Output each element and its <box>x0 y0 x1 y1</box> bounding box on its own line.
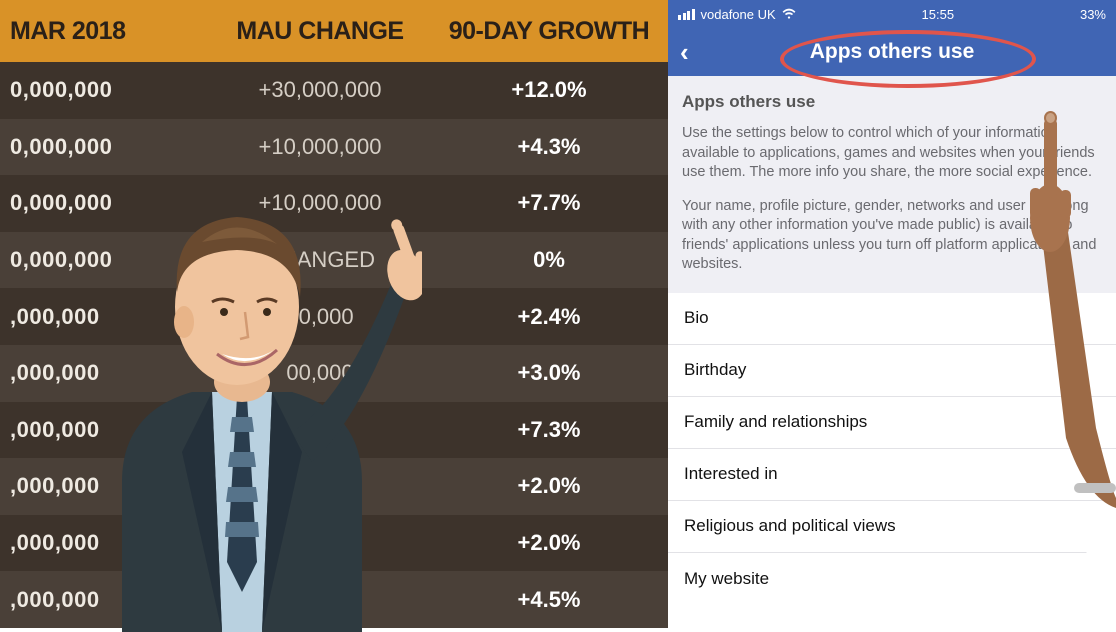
cell-mar: 0,000,000 <box>0 77 200 103</box>
wifi-icon <box>782 7 796 21</box>
cell-growth: +3.0% <box>440 360 668 386</box>
cell-growth: +7.3% <box>440 417 668 443</box>
cell-mar: 0,000,000 <box>0 247 200 273</box>
table-row: ,000,000 +2.0% <box>0 458 668 515</box>
table-row: 0,000,000+30,000,000+12.0% <box>0 62 668 119</box>
section-heading: Apps others use <box>682 92 1102 112</box>
cell-mar: ,000,000 <box>0 304 200 330</box>
cell-growth: +7.7% <box>440 190 668 216</box>
phone-screenshot: vodafone UK 15:55 33% ‹ Apps others use … <box>668 0 1116 628</box>
cell-growth: +2.0% <box>440 530 668 556</box>
battery-percent: 33% <box>1080 7 1106 22</box>
cell-growth: +4.3% <box>440 134 668 160</box>
cell-mau-change: CHANGED <box>200 247 440 273</box>
cell-growth: +2.4% <box>440 304 668 330</box>
cell-mau-change: 00,000 <box>200 304 440 330</box>
table-row: 0,000,000CHANGED0% <box>0 232 668 289</box>
status-bar: vodafone UK 15:55 33% <box>668 0 1116 28</box>
nav-title: Apps others use <box>668 40 1116 64</box>
list-item[interactable]: Interested in <box>668 449 1116 501</box>
table-row: ,000,000 +4.5% <box>0 571 668 628</box>
cell-mau-change: +10,000,000 <box>200 134 440 160</box>
cell-mar: 0,000,000 <box>0 190 200 216</box>
cell-mar: ,000,000 <box>0 587 200 613</box>
stats-header-row: MAR 2018 MAU CHANGE 90-DAY GROWTH <box>0 0 668 62</box>
header-mar-2018: MAR 2018 <box>0 17 200 46</box>
cell-mau-change: +30,000,000 <box>200 77 440 103</box>
cell-mar: ,000,000 <box>0 360 200 386</box>
cell-growth: +12.0% <box>440 77 668 103</box>
cell-growth: 0% <box>440 247 668 273</box>
cell-mau-change: +10,000,000 <box>200 190 440 216</box>
options-list: BioBirthdayFamily and relationshipsInter… <box>668 293 1116 605</box>
section-description: Apps others use Use the settings below t… <box>668 76 1116 293</box>
list-item[interactable]: Family and relationships <box>668 397 1116 449</box>
cell-mar: ,000,000 <box>0 417 200 443</box>
cell-mar: ,000,000 <box>0 530 200 556</box>
list-item[interactable]: My website <box>668 553 1116 605</box>
header-mau-change: MAU CHANGE <box>200 17 440 46</box>
table-row: 0,000,000+10,000,000+4.3% <box>0 119 668 176</box>
table-row: ,000,000 +7.3% <box>0 402 668 459</box>
section-paragraph-2: Your name, profile picture, gender, netw… <box>682 197 1102 275</box>
header-90-day-growth: 90-DAY GROWTH <box>440 17 668 46</box>
table-row: ,000,000 +2.0% <box>0 515 668 572</box>
status-time: 15:55 <box>922 7 955 22</box>
cell-mau-change: 00,000 <box>200 360 440 386</box>
list-item[interactable]: Bio <box>668 293 1116 345</box>
carrier-label: vodafone UK <box>701 7 776 22</box>
cell-mar: ,000,000 <box>0 473 200 499</box>
table-row: ,000,00000,000+2.4% <box>0 288 668 345</box>
table-row: 0,000,000+10,000,000+7.7% <box>0 175 668 232</box>
list-item[interactable]: Religious and political views <box>668 501 1116 553</box>
cell-growth: +4.5% <box>440 587 668 613</box>
nav-bar: ‹ Apps others use <box>668 28 1116 76</box>
signal-bars-icon <box>678 9 695 20</box>
cell-mar: 0,000,000 <box>0 134 200 160</box>
list-item[interactable]: Birthday <box>668 345 1116 397</box>
section-paragraph-1: Use the settings below to control which … <box>682 124 1102 183</box>
table-row: ,000,00000,000+3.0% <box>0 345 668 402</box>
back-button[interactable]: ‹ <box>680 39 689 65</box>
stats-panel: MAR 2018 MAU CHANGE 90-DAY GROWTH 0,000,… <box>0 0 668 628</box>
cell-growth: +2.0% <box>440 473 668 499</box>
